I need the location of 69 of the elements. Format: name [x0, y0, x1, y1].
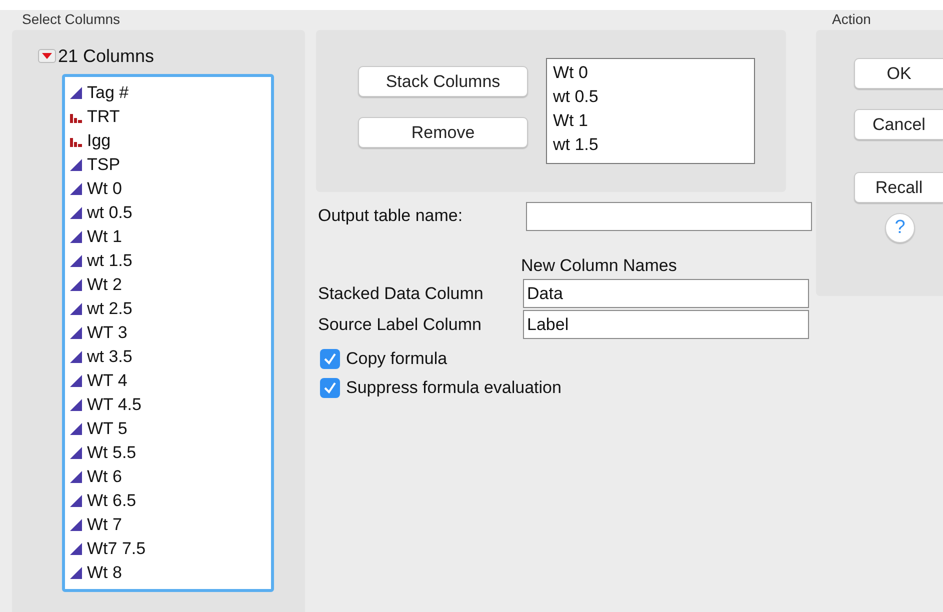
- checkbox[interactable]: [320, 348, 340, 368]
- continuous-icon: [69, 182, 83, 196]
- column-item[interactable]: Wt 0: [87, 179, 122, 199]
- column-item[interactable]: Igg: [87, 131, 111, 151]
- continuous-icon: [69, 566, 83, 580]
- column-item[interactable]: WT 3: [87, 323, 128, 343]
- input-field[interactable]: [526, 202, 812, 230]
- continuous-icon: [69, 326, 83, 340]
- action-button[interactable]: OK: [854, 58, 943, 89]
- stack-item[interactable]: wt 0.5: [553, 85, 748, 109]
- action-button[interactable]: Stack Columns: [358, 66, 528, 97]
- continuous-icon: [69, 398, 83, 412]
- column-item[interactable]: TRT: [87, 107, 120, 127]
- column-item[interactable]: Wt 6: [87, 467, 122, 487]
- column-item[interactable]: WT 4.5: [87, 395, 142, 415]
- input-field[interactable]: Label: [523, 310, 809, 339]
- column-list[interactable]: Tag # TRT Igg TSP Wt 0 wt 0.5 Wt 1 wt 1.5 Wt 2 wt 2.5 WT 3 wt 3.5 WT 4 WT 4.5 WT 5 Wt 5.5 Wt 6 Wt 6.5 Wt 7 Wt7 7.5 Wt 8: [62, 74, 274, 592]
- continuous-icon: [69, 254, 83, 268]
- continuous-icon: [69, 230, 83, 244]
- column-item[interactable]: Wt 6.5: [87, 491, 136, 511]
- column-item[interactable]: Tag #: [87, 83, 129, 103]
- field-label: Source Label Column: [317, 314, 482, 334]
- column-item[interactable]: WT 4: [87, 371, 128, 391]
- action-button[interactable]: Cancel: [854, 109, 943, 140]
- continuous-icon: [69, 350, 83, 364]
- checkbox-label: Copy formula: [346, 348, 448, 368]
- checkbox[interactable]: [320, 378, 340, 398]
- panel-title: Action: [831, 10, 872, 29]
- column-item[interactable]: wt 0.5: [87, 203, 132, 223]
- column-item[interactable]: Wt 8: [87, 563, 122, 583]
- continuous-icon: [69, 278, 83, 292]
- continuous-icon: [69, 206, 83, 220]
- field-label: Stacked Data Column: [317, 284, 484, 304]
- column-item[interactable]: Wt7 7.5: [87, 539, 146, 559]
- stack-item[interactable]: Wt 1: [553, 109, 748, 133]
- column-item[interactable]: wt 3.5: [87, 347, 132, 367]
- column-item[interactable]: WT 5: [87, 419, 128, 439]
- continuous-icon: [69, 470, 83, 484]
- continuous-icon: [69, 86, 83, 100]
- column-item[interactable]: Wt 1: [87, 227, 122, 247]
- column-item[interactable]: Wt 2: [87, 275, 122, 295]
- checkbox-label: Suppress formula evaluation: [346, 378, 562, 398]
- stack-list[interactable]: Wt 0 wt 0.5 Wt 1 wt 1.5: [546, 58, 755, 164]
- continuous-icon: [69, 494, 83, 508]
- checkmark-icon: [323, 382, 337, 394]
- disclosure-button[interactable]: [38, 49, 56, 63]
- column-count: 21 Columns: [58, 46, 154, 66]
- column-item[interactable]: Wt 5.5: [87, 443, 136, 463]
- stack-item[interactable]: Wt 0: [553, 61, 748, 85]
- section-title: New Column Names: [521, 255, 678, 277]
- continuous-icon: [69, 518, 83, 532]
- column-item[interactable]: Wt 7: [87, 515, 122, 535]
- checkmark-icon: [323, 352, 337, 364]
- continuous-icon: [69, 542, 83, 556]
- column-item[interactable]: wt 1.5: [87, 251, 132, 271]
- input-field[interactable]: Data: [523, 279, 809, 308]
- stack-item[interactable]: wt 1.5: [553, 133, 748, 157]
- column-item[interactable]: TSP: [87, 155, 120, 175]
- continuous-icon: [69, 374, 83, 388]
- panel-title: Select Columns: [21, 10, 122, 29]
- continuous-icon: [69, 422, 83, 436]
- column-item[interactable]: wt 2.5: [87, 299, 132, 319]
- continuous-icon: [69, 302, 83, 316]
- action-button[interactable]: Remove: [358, 117, 528, 148]
- continuous-icon: [69, 158, 83, 172]
- continuous-icon: [69, 446, 83, 460]
- recall-button[interactable]: Recall: [854, 172, 943, 203]
- field-label: Output table name:: [317, 206, 464, 226]
- disclosure-triangle-icon: [42, 53, 52, 59]
